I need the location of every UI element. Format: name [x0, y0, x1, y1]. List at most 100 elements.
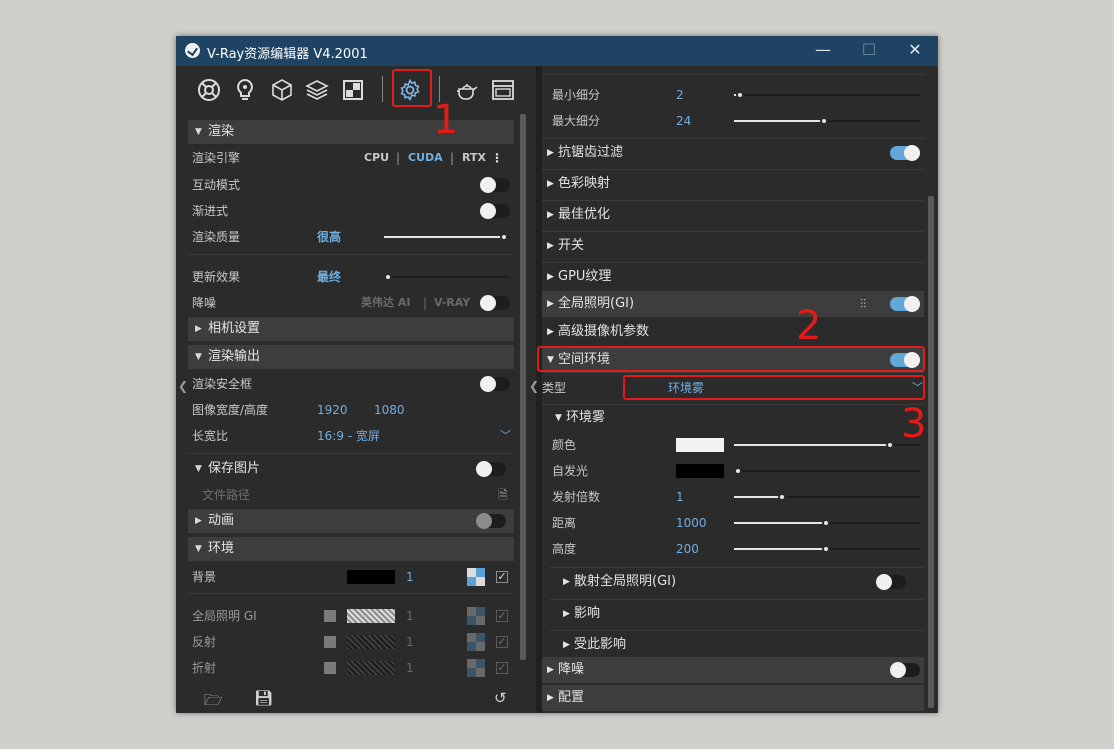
background-multiplier[interactable]: 1 — [406, 565, 414, 589]
reflection-env-override[interactable] — [324, 636, 336, 648]
update-row: 更新效果 最终 — [188, 265, 514, 289]
adv-camera-section[interactable]: ▶ 高级摄像机参数 — [542, 319, 924, 345]
right-scrollbar[interactable] — [928, 196, 934, 708]
texture-slot-icon[interactable] — [467, 633, 485, 651]
lights-icon[interactable] — [196, 77, 222, 103]
distance-slider[interactable] — [734, 519, 920, 527]
scatter-gi-subsection[interactable]: ▶ 散射全局照明(GI) — [558, 567, 924, 597]
interactive-toggle[interactable] — [480, 177, 510, 193]
texture-slot-icon[interactable] — [467, 659, 485, 677]
chevron-left-icon[interactable]: ❮ — [178, 379, 188, 393]
background-checkbox[interactable]: ✓ — [496, 571, 508, 583]
gi-env-checkbox[interactable]: ✓ — [496, 610, 508, 622]
render-elements-icon[interactable] — [340, 77, 366, 103]
gi-toggle[interactable] — [890, 296, 920, 312]
fog-color-swatch[interactable] — [676, 438, 724, 452]
animation-toggle[interactable] — [476, 513, 506, 529]
gi-env-swatch[interactable] — [347, 609, 395, 623]
cube-icon[interactable] — [269, 77, 295, 103]
fog-color-slider[interactable] — [734, 441, 920, 449]
maximize-button[interactable]: ☐ — [846, 36, 892, 66]
reflection-env-swatch[interactable] — [347, 635, 395, 649]
reflection-env-multiplier[interactable]: 1 — [406, 630, 414, 654]
optimization-section[interactable]: ▶ 最佳优化 — [542, 200, 924, 230]
render-section-header[interactable]: ▼ 渲染 — [188, 120, 514, 144]
switches-section[interactable]: ▶ 开关 — [542, 231, 924, 261]
reflection-env-checkbox[interactable]: ✓ — [496, 636, 508, 648]
emission-slider[interactable] — [734, 467, 920, 475]
output-section-header[interactable]: ▼ 渲染输出 — [188, 345, 514, 369]
antialias-toggle[interactable] — [890, 145, 920, 161]
animation-section-header[interactable]: ▶ 动画 — [188, 509, 514, 533]
close-button[interactable]: ✕ — [892, 36, 938, 66]
annotation-number-3: 3 — [901, 401, 927, 447]
distance-value[interactable]: 1000 — [676, 510, 707, 536]
gi-section[interactable]: ▶ 全局照明(GI) ⫶⫶ — [542, 291, 924, 317]
save-image-header[interactable]: ▼ 保存图片 — [188, 457, 514, 481]
configuration-section[interactable]: ▶ 配置 — [542, 685, 924, 711]
chevron-left-icon[interactable]: ❮ — [529, 379, 539, 393]
gi-env-override[interactable] — [324, 610, 336, 622]
engine-menu-icon[interactable]: ⋮ — [491, 146, 503, 170]
min-subdivs-label: 最小细分 — [552, 88, 601, 102]
section-title: 保存图片 — [208, 461, 261, 476]
save-image-toggle[interactable] — [476, 461, 506, 477]
safe-frame-toggle[interactable] — [480, 376, 510, 392]
affected-by-subsection[interactable]: ▶ 受此影响 — [558, 630, 924, 660]
layers-icon[interactable] — [304, 77, 330, 103]
height-field[interactable]: 1080 — [374, 398, 405, 422]
denoise-ai-option[interactable]: 英伟达 AI — [361, 291, 410, 315]
refraction-env-checkbox[interactable]: ✓ — [496, 662, 508, 674]
texture-slot-icon[interactable] — [467, 568, 485, 586]
denoiser-section[interactable]: ▶ 降噪 — [542, 657, 924, 683]
environment-section-header[interactable]: ▼ 环境 — [188, 537, 514, 561]
reset-icon[interactable]: ↺ — [494, 689, 507, 707]
progressive-toggle[interactable] — [480, 203, 510, 219]
emission-mult-value[interactable]: 1 — [676, 484, 684, 510]
min-subdivs-slider[interactable] — [734, 91, 920, 99]
height-value[interactable]: 200 — [676, 536, 699, 562]
refraction-env-override[interactable] — [324, 662, 336, 674]
denoise-vray-option[interactable]: V-RAY — [434, 291, 470, 315]
gi-env-multiplier[interactable]: 1 — [406, 604, 414, 628]
min-subdivs-value[interactable]: 2 — [676, 82, 684, 108]
refraction-env-multiplier[interactable]: 1 — [406, 656, 414, 680]
denoiser-toggle[interactable] — [890, 662, 920, 678]
antialias-section[interactable]: ▶ 抗锯齿过滤 — [542, 138, 924, 168]
left-scrollbar[interactable] — [520, 114, 526, 660]
frame-buffer-icon[interactable] — [490, 77, 516, 103]
refraction-env-swatch[interactable] — [347, 661, 395, 675]
background-color-swatch[interactable] — [347, 570, 395, 584]
height-slider[interactable] — [734, 545, 920, 553]
max-subdivs-value[interactable]: 24 — [676, 108, 691, 134]
affect-subsection[interactable]: ▶ 影响 — [558, 599, 924, 629]
chevron-down-icon[interactable]: ﹀ — [500, 424, 511, 448]
bulb-icon[interactable] — [232, 77, 258, 103]
max-subdivs-slider[interactable] — [734, 117, 920, 125]
section-title: 降噪 — [558, 662, 585, 677]
quality-row: 渲染质量 很高 — [188, 225, 514, 249]
aspect-dropdown[interactable]: 16:9 - 宽屏 — [317, 424, 380, 448]
scatter-gi-toggle[interactable] — [876, 574, 906, 590]
engine-rtx-option[interactable]: RTX — [462, 146, 486, 170]
camera-section-header[interactable]: ▶ 相机设置 — [188, 317, 514, 341]
engine-cpu-option[interactable]: CPU — [364, 146, 389, 170]
width-field[interactable]: 1920 — [317, 398, 348, 422]
image-size-row: 图像宽度/高度 1920 1080 — [188, 398, 514, 422]
quality-slider[interactable] — [384, 233, 510, 241]
texture-slot-icon[interactable] — [467, 607, 485, 625]
update-slider[interactable] — [384, 273, 510, 281]
open-folder-icon[interactable]: 🗁 — [204, 690, 223, 715]
minimize-button[interactable]: — — [800, 36, 846, 66]
sliders-icon[interactable]: ⫶⫶ — [860, 291, 866, 317]
emission-swatch[interactable] — [676, 464, 724, 478]
fog-subsection[interactable]: ▼ 环境雾 — [550, 405, 924, 431]
gpu-textures-section[interactable]: ▶ GPU纹理 — [542, 262, 924, 292]
file-icon[interactable]: 🗎 — [498, 483, 508, 507]
denoise-toggle[interactable] — [480, 295, 510, 311]
denoise-row: 降噪 英伟达 AI | V-RAY — [188, 291, 514, 315]
save-icon[interactable]: 💾︎ — [254, 689, 273, 707]
emission-mult-slider[interactable] — [734, 493, 920, 501]
color-mapping-section[interactable]: ▶ 色彩映射 — [542, 169, 924, 199]
engine-cuda-option[interactable]: CUDA — [408, 146, 443, 170]
